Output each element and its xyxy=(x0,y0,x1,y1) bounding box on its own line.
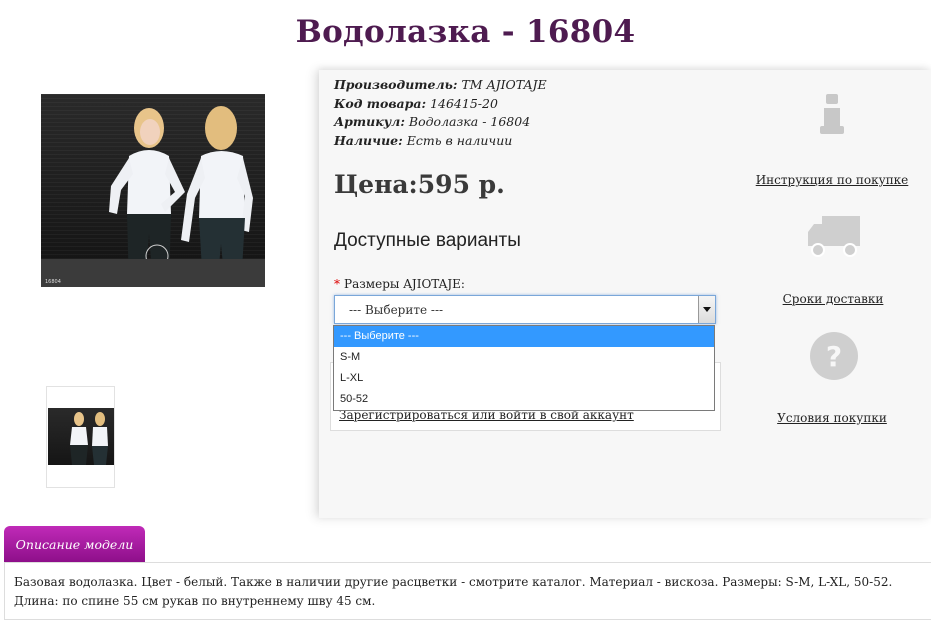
meta-stock-value: Есть в наличии xyxy=(406,132,513,148)
chevron-down-icon[interactable] xyxy=(698,296,715,323)
truck-icon xyxy=(808,216,860,257)
required-mark: * xyxy=(334,277,340,291)
info-icon xyxy=(820,94,844,134)
size-label-text: Размеры AJIOTAJE: xyxy=(344,277,465,291)
size-select-value: --- Выберите --- xyxy=(349,303,444,317)
meta-article: Артикул: Водолазка - 16804 xyxy=(334,113,547,132)
photo-code: 16804 xyxy=(45,279,61,285)
meta-article-value: Водолазка - 16804 xyxy=(408,114,531,129)
meta-manufacturer-value: ТМ AJIOTAJE xyxy=(461,77,547,92)
product-meta: Производитель: ТМ AJIOTAJE Код товара: 1… xyxy=(334,76,547,150)
meta-code: Код товара: 146415-20 xyxy=(334,95,547,114)
delivery-link[interactable]: Сроки доставки xyxy=(743,292,923,306)
size-option[interactable]: 50-52 xyxy=(334,389,714,410)
thumbnail-illustration xyxy=(70,412,108,465)
size-option[interactable]: --- Выберите --- xyxy=(334,326,714,347)
product-main-image[interactable]: 16804 xyxy=(41,94,265,287)
meta-code-value: 146415-20 xyxy=(430,95,498,111)
product-description: Базовая водолазка. Цвет - белый. Также в… xyxy=(14,575,893,608)
tab-description[interactable]: Описание модели xyxy=(4,526,145,562)
terms-link[interactable]: Условия покупки xyxy=(742,411,922,425)
meta-stock-label: Наличие: xyxy=(334,132,403,148)
thumbnail-image xyxy=(48,408,114,465)
instruction-link[interactable]: Инструкция по покупке xyxy=(742,173,922,187)
size-option[interactable]: L-XL xyxy=(334,368,714,389)
svg-text:?: ? xyxy=(826,340,842,373)
variants-heading: Доступные варианты xyxy=(334,230,521,251)
size-dropdown-list: --- Выберите --- S-M L-XL 50-52 xyxy=(333,325,715,411)
size-label: * Размеры AJIOTAJE: xyxy=(334,277,465,291)
size-option[interactable]: S-M xyxy=(334,347,714,368)
product-price: Цена:595 р. xyxy=(334,170,505,199)
meta-stock: Наличие: Есть в наличии xyxy=(334,132,547,151)
size-select[interactable]: --- Выберите --- xyxy=(334,295,716,324)
meta-article-label: Артикул: xyxy=(334,114,405,129)
meta-manufacturer: Производитель: ТМ AJIOTAJE xyxy=(334,76,547,95)
image-floor xyxy=(41,259,265,287)
page-title: Водолазка - 16804 xyxy=(295,14,636,50)
meta-code-label: Код товара: xyxy=(334,95,427,111)
meta-manufacturer-label: Производитель: xyxy=(334,77,458,92)
question-icon: ? xyxy=(810,332,858,380)
product-thumbnail[interactable] xyxy=(46,386,115,488)
